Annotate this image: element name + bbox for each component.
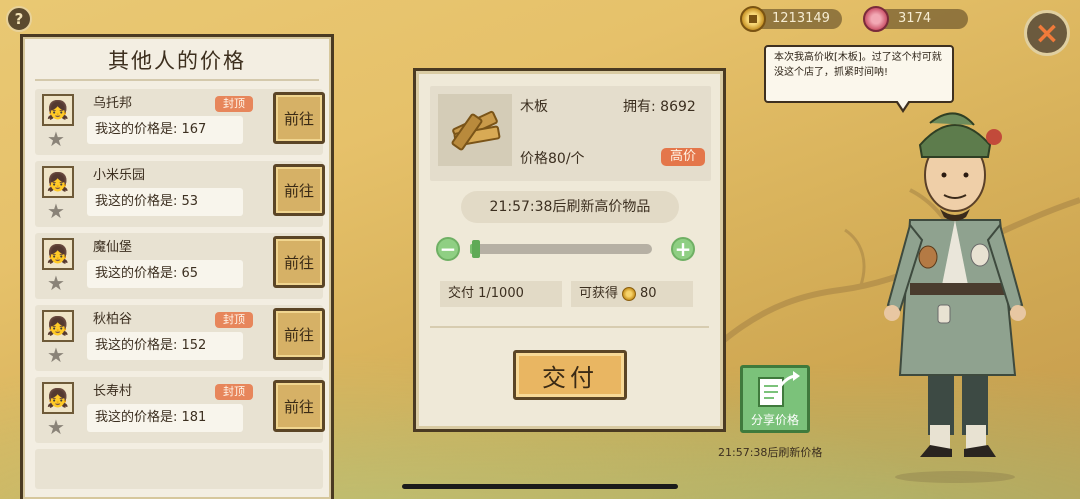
deliver-count: 交付 1/1000 xyxy=(440,281,562,307)
item-name: 木板 xyxy=(520,99,548,115)
trade-panel: 木板 拥有: 8692 价格80/个 高价 21:57:38后刷新高价物品 − … xyxy=(413,68,726,432)
share-label: 分享价格 xyxy=(750,413,799,427)
avatar-icon: 👧 xyxy=(42,382,74,414)
obtain-value: 80 xyxy=(640,286,657,301)
submit-button[interactable]: 交付 xyxy=(513,350,627,400)
price-text: 我这的价格是: 152 xyxy=(87,332,243,360)
price-text: 我这的价格是: 167 xyxy=(87,116,243,144)
merchant-npc xyxy=(884,112,1026,483)
price-refresh-timer: 21:57:38后刷新价格 xyxy=(718,446,823,459)
goto-button[interactable]: 前往 xyxy=(273,308,325,360)
goto-button[interactable]: 前往 xyxy=(273,164,325,216)
star-icon: ★ xyxy=(47,127,65,151)
coin-balance: 1213149 xyxy=(740,6,842,32)
owned-count: 拥有: 8692 xyxy=(623,99,696,115)
wood-plank-icon xyxy=(438,94,512,166)
npc-speech-bubble: 本次我高价收[木板]。过了这个村可就没这个店了，抓紧时间呐! xyxy=(764,45,954,103)
help-icon: ? xyxy=(14,10,24,28)
price-text: 我这的价格是: 65 xyxy=(87,260,243,288)
price-row: 👧 ★ 秋柏谷 封顶 我这的价格是: 152 前往 xyxy=(35,305,325,371)
plus-button[interactable]: + xyxy=(671,237,695,261)
price-row: 👧 ★ 小米乐园 我这的价格是: 53 前往 xyxy=(35,161,325,227)
player-name: 魔仙堡 xyxy=(93,240,133,255)
player-name: 小米乐园 xyxy=(93,168,146,183)
goto-button[interactable]: 前往 xyxy=(273,380,325,432)
plus-icon: + xyxy=(674,237,692,261)
minus-button[interactable]: − xyxy=(436,237,460,261)
price-row-partial xyxy=(35,449,323,489)
minus-icon: − xyxy=(439,237,457,261)
cap-badge: 封顶 xyxy=(215,312,253,328)
coin-icon xyxy=(622,287,637,301)
avatar-icon: 👧 xyxy=(42,94,74,126)
title-divider xyxy=(35,79,319,81)
price-row: 👧 ★ 长寿村 封顶 我这的价格是: 181 前往 xyxy=(35,377,325,443)
goto-button[interactable]: 前往 xyxy=(273,236,325,288)
others-price-panel: 其他人的价格 👧 ★ 乌托邦 封顶 我这的价格是: 167 前往 👧 ★ 小米乐… xyxy=(20,34,334,499)
item-card: 木板 拥有: 8692 价格80/个 高价 xyxy=(430,86,711,181)
slider-handle[interactable] xyxy=(472,240,480,258)
divider xyxy=(430,326,709,328)
panel-title: 其他人的价格 xyxy=(108,49,246,73)
gem-balance: 3174 xyxy=(863,6,968,32)
price-text: 我这的价格是: 181 xyxy=(87,404,243,432)
share-icon xyxy=(758,371,800,407)
star-icon: ★ xyxy=(47,199,65,223)
price-text: 我这的价格是: 53 xyxy=(87,188,243,216)
price-row: 👧 ★ 魔仙堡 我这的价格是: 65 前往 xyxy=(35,233,325,299)
player-name: 长寿村 xyxy=(93,384,133,399)
item-price: 价格80/个 xyxy=(520,151,585,167)
home-indicator[interactable] xyxy=(402,484,678,489)
star-icon: ★ xyxy=(47,271,65,295)
gem-icon xyxy=(863,6,889,32)
coin-icon xyxy=(740,6,766,32)
cap-badge: 封顶 xyxy=(215,384,253,400)
help-button[interactable]: ? xyxy=(6,6,32,32)
coin-amount: 1213149 xyxy=(772,11,830,26)
avatar-icon: 👧 xyxy=(42,310,74,342)
high-price-refresh-timer: 21:57:38后刷新高价物品 xyxy=(461,191,679,223)
close-button[interactable]: × xyxy=(1024,10,1070,56)
goto-button[interactable]: 前往 xyxy=(273,92,325,144)
avatar-icon: 👧 xyxy=(42,238,74,270)
avatar-icon: 👧 xyxy=(42,166,74,198)
star-icon: ★ xyxy=(47,415,65,439)
quantity-slider[interactable] xyxy=(470,240,652,258)
price-row: 👧 ★ 乌托邦 封顶 我这的价格是: 167 前往 xyxy=(35,89,325,155)
star-icon: ★ xyxy=(47,343,65,367)
player-name: 乌托邦 xyxy=(93,96,133,111)
cap-badge: 封顶 xyxy=(215,96,253,112)
share-price-button[interactable]: 分享价格 xyxy=(740,365,810,433)
close-icon: × xyxy=(1034,15,1060,51)
obtain-reward: 可获得 80 xyxy=(571,281,693,307)
high-price-badge: 高价 xyxy=(661,148,705,166)
gem-amount: 3174 xyxy=(898,11,932,26)
player-name: 秋柏谷 xyxy=(93,312,133,327)
obtain-label: 可获得 xyxy=(579,286,619,301)
